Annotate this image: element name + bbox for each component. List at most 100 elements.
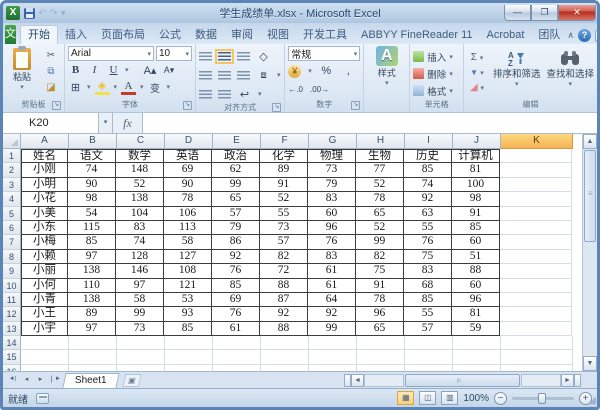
cell-I6[interactable]: 55 — [404, 220, 452, 236]
row-header-10[interactable]: 10 — [3, 278, 21, 293]
select-all-corner[interactable] — [3, 134, 21, 149]
tab-视图[interactable]: 视图 — [260, 26, 296, 44]
cell-D8[interactable]: 127 — [164, 249, 212, 265]
cell-K9[interactable] — [500, 264, 572, 279]
fx-icon[interactable]: fx — [113, 113, 143, 133]
scroll-up-icon[interactable]: ▲ — [583, 134, 597, 149]
cell-F2[interactable]: 89 — [260, 163, 308, 178]
row-header-5[interactable]: 5 — [3, 206, 21, 221]
cell-D12[interactable]: 93 — [164, 307, 212, 322]
tab-开始[interactable]: 开始 — [20, 25, 58, 44]
align-center-icon[interactable] — [218, 70, 231, 80]
cell-K15[interactable] — [501, 350, 573, 365]
cell-G15[interactable] — [309, 350, 357, 365]
cell-I2[interactable]: 85 — [404, 163, 452, 178]
cell-D6[interactable]: 113 — [164, 220, 212, 236]
cell-D2[interactable]: 69 — [164, 163, 212, 178]
cell-G2[interactable]: 73 — [308, 163, 356, 178]
column-header-A[interactable]: A — [21, 134, 69, 149]
cell-D4[interactable]: 78 — [164, 192, 212, 207]
last-sheet-icon[interactable]: ❘⯈ — [48, 374, 61, 387]
cell-E16[interactable] — [213, 364, 261, 371]
cell-H1[interactable]: 生物 — [356, 149, 404, 164]
cell-H10[interactable]: 91 — [356, 278, 404, 293]
scroll-down-icon[interactable]: ▼ — [583, 356, 597, 371]
cell-F16[interactable] — [261, 364, 309, 371]
cell-C10[interactable]: 97 — [116, 278, 164, 293]
tab-Acrobat[interactable]: Acrobat — [480, 26, 532, 44]
cell-I3[interactable]: 74 — [404, 177, 452, 193]
cell-H16[interactable] — [357, 364, 405, 371]
cell-J12[interactable]: 81 — [452, 307, 500, 322]
cell-A14[interactable] — [21, 336, 69, 351]
row-header-9[interactable]: 9 — [3, 264, 21, 279]
formula-input[interactable] — [143, 113, 597, 133]
cell-G5[interactable]: 60 — [308, 206, 356, 221]
cell-E8[interactable]: 92 — [212, 249, 260, 265]
row-header-13[interactable]: 13 — [3, 321, 21, 337]
vertical-scrollbar[interactable]: ▲ ▼ — [582, 134, 597, 371]
cell-D5[interactable]: 106 — [164, 206, 212, 221]
cell-E12[interactable]: 76 — [212, 307, 260, 322]
column-header-J[interactable]: J — [453, 134, 501, 149]
cell-A4[interactable]: 小花 — [21, 192, 68, 207]
next-sheet-icon[interactable]: ▸ — [34, 374, 47, 387]
cell-A6[interactable]: 小东 — [21, 220, 68, 236]
row-header-7[interactable]: 7 — [3, 235, 21, 250]
column-header-K[interactable]: K — [501, 134, 573, 149]
align-left-icon[interactable] — [199, 70, 212, 80]
cell-I9[interactable]: 83 — [404, 264, 452, 279]
cell-D7[interactable]: 58 — [164, 235, 212, 250]
cell-H11[interactable]: 78 — [356, 292, 404, 308]
cell-A3[interactable]: 小明 — [21, 177, 68, 193]
cell-I12[interactable]: 55 — [404, 307, 452, 322]
cell-J7[interactable]: 60 — [452, 235, 500, 250]
tab-页面布局[interactable]: 页面布局 — [94, 26, 152, 44]
cell-B1[interactable]: 语文 — [68, 149, 116, 164]
cell-K7[interactable] — [500, 235, 572, 250]
cell-I15[interactable] — [405, 350, 453, 365]
cell-H12[interactable]: 96 — [356, 307, 404, 322]
column-header-E[interactable]: E — [213, 134, 261, 149]
comma-format-icon[interactable]: , — [341, 65, 356, 77]
pane-split-handle[interactable] — [574, 373, 581, 387]
tab-审阅[interactable]: 审阅 — [224, 26, 260, 44]
cell-E6[interactable]: 79 — [212, 220, 260, 236]
file-tab[interactable]: 文件 — [5, 25, 16, 59]
shrink-font-button[interactable]: A▾ — [162, 65, 177, 76]
column-header-B[interactable]: B — [69, 134, 117, 149]
wrap-text-icon[interactable]: ↩ — [237, 88, 252, 101]
cell-F8[interactable]: 82 — [260, 249, 308, 265]
cell-K8[interactable] — [500, 249, 572, 265]
cell-F5[interactable]: 55 — [260, 206, 308, 221]
cell-B3[interactable]: 90 — [68, 177, 116, 193]
cell-F14[interactable] — [261, 336, 309, 351]
cell-K5[interactable] — [500, 206, 572, 221]
cell-D16[interactable] — [165, 364, 213, 371]
cell-D9[interactable]: 108 — [164, 264, 212, 279]
alignment-dialog-launcher-icon[interactable]: ↘ — [272, 103, 282, 112]
first-sheet-icon[interactable]: ⯇❘ — [6, 374, 19, 387]
cell-B11[interactable]: 138 — [68, 292, 116, 308]
cell-G6[interactable]: 96 — [308, 220, 356, 236]
column-header-G[interactable]: G — [309, 134, 357, 149]
tab-开发工具[interactable]: 开发工具 — [296, 26, 354, 44]
cell-E2[interactable]: 62 — [212, 163, 260, 178]
macro-record-icon[interactable] — [36, 392, 49, 404]
cell-C4[interactable]: 138 — [116, 192, 164, 207]
normal-view-icon[interactable]: ▦ — [397, 391, 415, 405]
cell-F11[interactable]: 87 — [260, 292, 308, 308]
cell-A12[interactable]: 小王 — [21, 307, 68, 322]
cell-H4[interactable]: 78 — [356, 192, 404, 207]
cell-F13[interactable]: 88 — [260, 321, 308, 337]
cell-E15[interactable] — [213, 350, 261, 365]
cell-J5[interactable]: 91 — [452, 206, 500, 221]
paste-dropdown-icon[interactable]: ▾ — [20, 83, 24, 91]
fill-color-button[interactable]: ◈ — [94, 79, 110, 95]
orientation-icon[interactable]: ◇ — [256, 50, 271, 63]
cell-D14[interactable] — [165, 336, 213, 351]
cell-E11[interactable]: 69 — [212, 292, 260, 308]
horizontal-scrollbar[interactable]: ◄ ► — [344, 372, 597, 388]
cell-I7[interactable]: 76 — [404, 235, 452, 250]
cell-G16[interactable] — [309, 364, 357, 371]
